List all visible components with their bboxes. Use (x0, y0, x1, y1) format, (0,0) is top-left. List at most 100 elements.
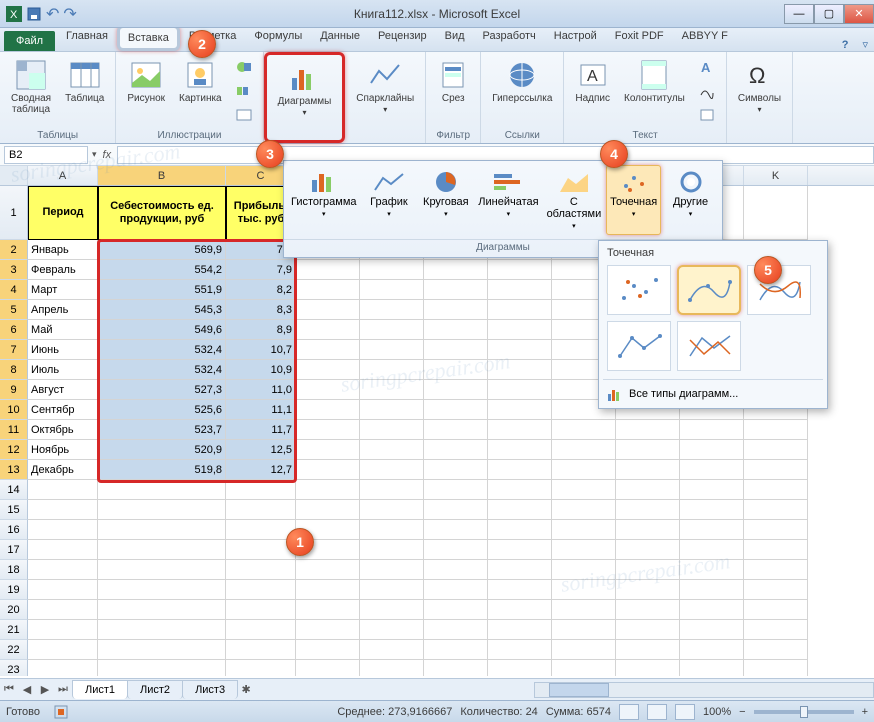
cell[interactable] (360, 380, 424, 400)
select-all-corner[interactable] (0, 166, 28, 185)
cell[interactable] (680, 440, 744, 460)
cell[interactable] (424, 560, 488, 580)
cell[interactable] (488, 300, 552, 320)
cell[interactable] (424, 360, 488, 380)
cell[interactable] (296, 420, 360, 440)
hyperlink-button[interactable]: Гиперссылка (487, 56, 557, 107)
undo-icon[interactable]: ↶ (46, 4, 59, 24)
maximize-button[interactable]: ▢ (814, 4, 844, 24)
cell[interactable]: Сентябр (28, 400, 98, 420)
cell[interactable] (296, 400, 360, 420)
tab-разработч[interactable]: Разработч (474, 25, 545, 51)
wordart-button[interactable]: A (694, 56, 720, 78)
cell[interactable] (296, 300, 360, 320)
cell[interactable]: 551,9 (98, 280, 226, 300)
zoom-slider[interactable] (754, 710, 854, 714)
chart-type-3[interactable]: Линейчатая▾ (475, 165, 541, 235)
cell[interactable] (488, 460, 552, 480)
cell[interactable] (488, 360, 552, 380)
cell[interactable] (680, 540, 744, 560)
cell[interactable]: 8,3 (226, 300, 296, 320)
cell[interactable] (680, 580, 744, 600)
cell[interactable] (552, 640, 616, 660)
cell[interactable] (226, 660, 296, 676)
cell[interactable] (296, 460, 360, 480)
chart-type-5[interactable]: Точечная▾ (606, 165, 661, 235)
sheet-tab[interactable]: Лист2 (127, 680, 183, 699)
cell[interactable] (744, 420, 808, 440)
cell[interactable] (98, 620, 226, 640)
cell[interactable] (360, 620, 424, 640)
cell[interactable] (488, 520, 552, 540)
cell[interactable] (488, 380, 552, 400)
cell[interactable] (28, 560, 98, 580)
cell[interactable] (616, 540, 680, 560)
cell[interactable]: 527,3 (98, 380, 226, 400)
sheet-tab[interactable]: Лист3 (182, 680, 238, 699)
smartart-button[interactable] (231, 80, 257, 102)
cell[interactable] (744, 460, 808, 480)
cell[interactable] (296, 500, 360, 520)
cell[interactable]: Май (28, 320, 98, 340)
cell[interactable]: 8,2 (226, 280, 296, 300)
cell[interactable] (360, 480, 424, 500)
cell[interactable] (360, 520, 424, 540)
cell[interactable] (360, 540, 424, 560)
cell[interactable] (28, 660, 98, 676)
cell[interactable]: Март (28, 280, 98, 300)
cell[interactable] (552, 440, 616, 460)
cell[interactable] (226, 620, 296, 640)
row-header[interactable]: 9 (0, 380, 28, 400)
close-button[interactable]: ✕ (844, 4, 874, 24)
table-header[interactable]: Период (28, 186, 98, 240)
cell[interactable] (296, 580, 360, 600)
cell[interactable]: 8,9 (226, 320, 296, 340)
row-header[interactable]: 20 (0, 600, 28, 620)
cell[interactable] (296, 660, 360, 676)
col-header-B[interactable]: B (98, 166, 226, 185)
row-header[interactable]: 2 (0, 240, 28, 260)
cell[interactable] (360, 560, 424, 580)
cell[interactable] (296, 320, 360, 340)
cell[interactable] (296, 640, 360, 660)
scatter-smooth-markers[interactable] (677, 265, 741, 315)
symbols-button[interactable]: Ω Символы▾ (733, 56, 786, 118)
slicer-button[interactable]: Срез (432, 56, 474, 107)
cell[interactable]: 532,4 (98, 340, 226, 360)
cell[interactable] (360, 580, 424, 600)
cell[interactable] (552, 580, 616, 600)
cell[interactable]: Декабрь (28, 460, 98, 480)
cell[interactable] (226, 500, 296, 520)
cell[interactable] (552, 460, 616, 480)
cell[interactable]: 525,6 (98, 400, 226, 420)
cell[interactable] (28, 640, 98, 660)
cell[interactable] (488, 640, 552, 660)
cell[interactable] (616, 440, 680, 460)
scatter-straight-lines[interactable] (677, 321, 741, 371)
cell[interactable] (360, 440, 424, 460)
tab-abbyy f[interactable]: ABBYY F (673, 25, 737, 51)
shapes-button[interactable] (231, 56, 257, 78)
cell[interactable] (552, 420, 616, 440)
cell[interactable] (744, 640, 808, 660)
cell[interactable]: Октябрь (28, 420, 98, 440)
cell[interactable] (360, 280, 424, 300)
cell[interactable] (424, 420, 488, 440)
cell[interactable] (552, 560, 616, 580)
textbox-button[interactable]: A Надпис (570, 56, 615, 107)
cell[interactable] (488, 560, 552, 580)
chart-type-0[interactable]: Гистограмма▾ (288, 165, 360, 235)
row-header[interactable]: 11 (0, 420, 28, 440)
chart-type-4[interactable]: С областями▾ (544, 165, 605, 235)
row-header[interactable]: 14 (0, 480, 28, 500)
cell[interactable] (488, 600, 552, 620)
tab-вставка[interactable]: Вставка (117, 25, 180, 51)
cell[interactable] (98, 540, 226, 560)
cell[interactable] (296, 280, 360, 300)
cell[interactable]: 554,2 (98, 260, 226, 280)
scatter-straight-markers[interactable] (607, 321, 671, 371)
cell[interactable] (744, 500, 808, 520)
cell[interactable] (680, 600, 744, 620)
cell[interactable] (488, 620, 552, 640)
cell[interactable] (744, 540, 808, 560)
